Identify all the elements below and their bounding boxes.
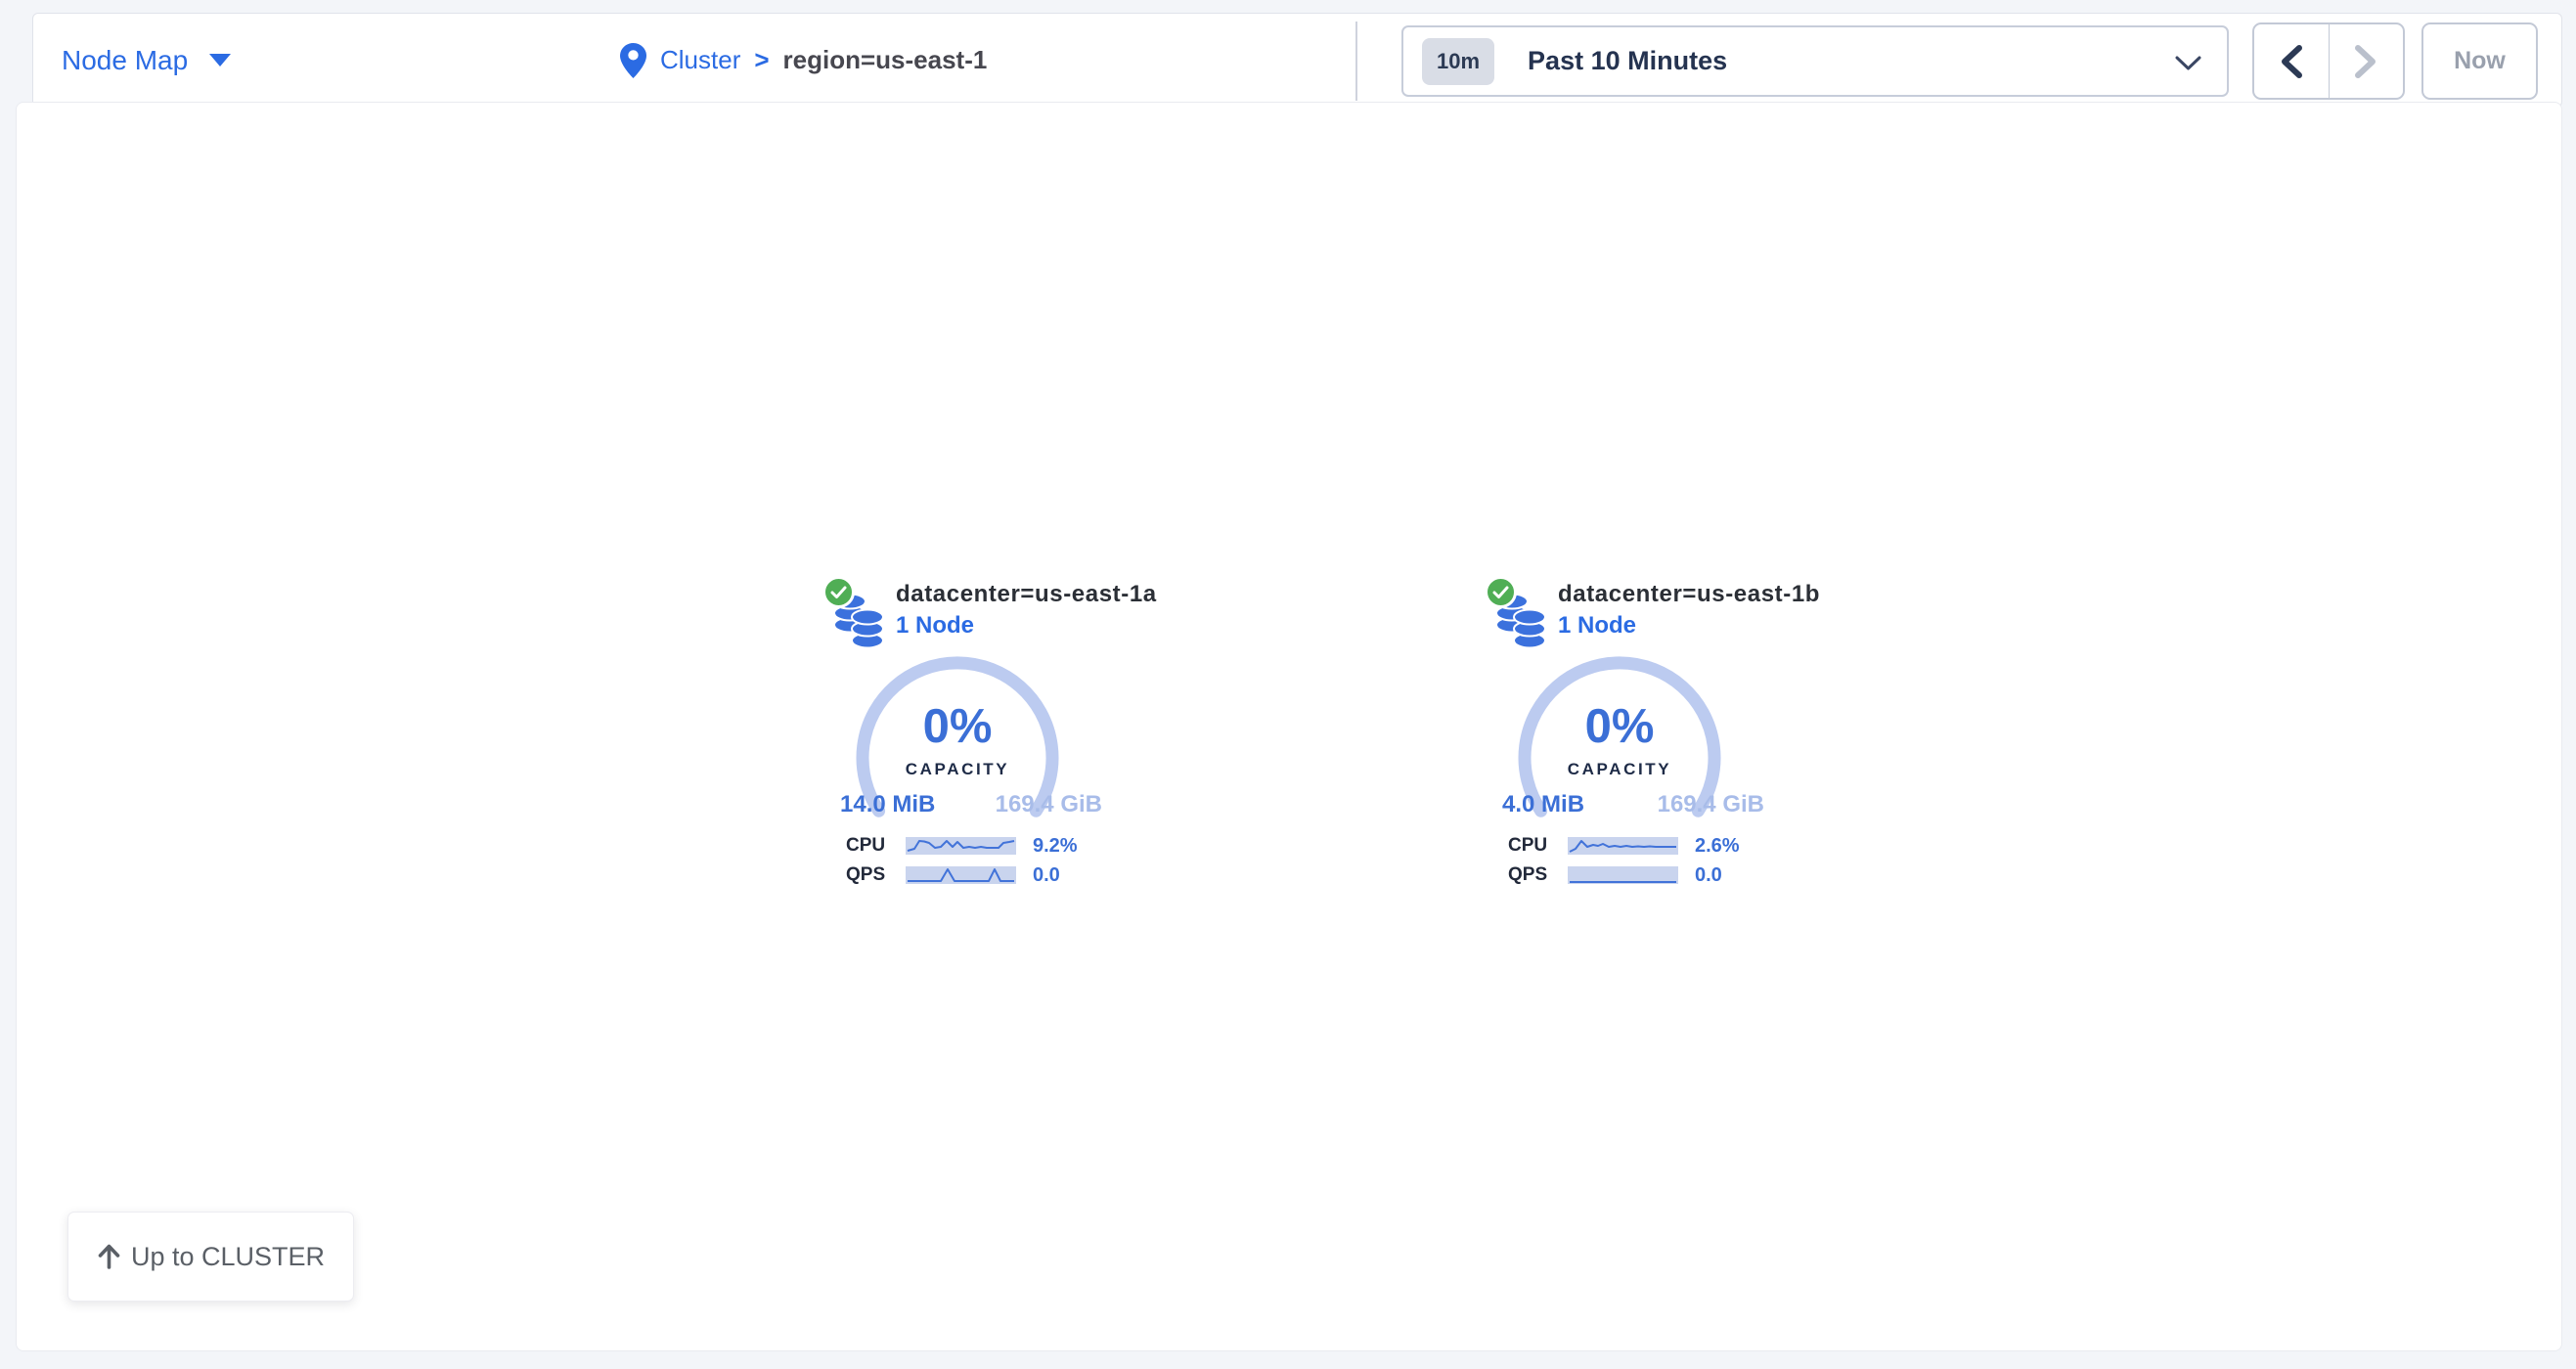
breadcrumb: Cluster > region=us-east-1	[620, 14, 987, 107]
qps-row: QPS 0.0	[1508, 865, 1768, 885]
qps-label: QPS	[1508, 864, 1568, 886]
datacenter-title: datacenter=us-east-1b	[1558, 581, 1820, 608]
now-button[interactable]: Now	[2421, 22, 2538, 100]
capacity-values: 4.0 MiB 169.4 GiB	[1502, 791, 1764, 818]
qps-value: 0.0	[1695, 864, 1722, 887]
chevron-down-icon	[2175, 56, 2201, 71]
capacity-used: 14.0 MiB	[840, 791, 935, 818]
node-map-canvas: datacenter=us-east-1a 1 Node 0% CAPACITY…	[16, 102, 2562, 1351]
time-next-button[interactable]	[2330, 24, 2404, 98]
time-window-badge: 10m	[1422, 38, 1494, 85]
arrow-up-icon	[97, 1244, 121, 1269]
cpu-value: 9.2%	[1033, 835, 1078, 858]
datacenter-card-us-east-1b[interactable]: datacenter=us-east-1b 1 Node 0% CAPACITY…	[1485, 576, 1778, 908]
capacity-label: CAPACITY	[1517, 760, 1722, 779]
capacity-label: CAPACITY	[855, 760, 1060, 779]
cpu-row: CPU 9.2%	[846, 836, 1106, 856]
caret-down-icon	[209, 54, 231, 66]
capacity-total: 169.4 GiB	[1658, 791, 1764, 818]
qps-row: QPS 0.0	[846, 865, 1106, 885]
time-window-dropdown[interactable]: 10m Past 10 Minutes	[1401, 25, 2229, 97]
breadcrumb-current: region=us-east-1	[783, 45, 988, 75]
capacity-ring	[855, 655, 1060, 861]
cpu-sparkline	[906, 837, 1016, 855]
view-selector-label: Node Map	[62, 45, 188, 76]
time-prev-button[interactable]	[2254, 24, 2330, 98]
check-circle-icon	[822, 576, 855, 608]
capacity-percent: 0%	[1517, 699, 1722, 754]
chevron-right-icon	[2354, 45, 2377, 78]
cpu-value: 2.6%	[1695, 835, 1740, 858]
qps-sparkline	[1568, 866, 1678, 884]
datacenter-node-count: 1 Node	[896, 612, 974, 640]
time-window-label: Past 10 Minutes	[1528, 46, 1727, 76]
time-nav-buttons	[2252, 22, 2405, 100]
top-toolbar: Node Map Cluster > region=us-east-1 10m …	[32, 13, 2562, 108]
cpu-row: CPU 2.6%	[1508, 836, 1768, 856]
qps-label: QPS	[846, 864, 906, 886]
toolbar-divider	[1355, 22, 1357, 101]
breadcrumb-cluster-link[interactable]: Cluster	[660, 45, 740, 75]
cpu-label: CPU	[1508, 835, 1568, 857]
datacenter-title: datacenter=us-east-1a	[896, 581, 1157, 608]
cpu-sparkline	[1568, 837, 1678, 855]
capacity-percent: 0%	[855, 699, 1060, 754]
up-to-cluster-label: Up to CLUSTER	[131, 1242, 325, 1272]
location-pin-icon	[620, 43, 646, 78]
check-circle-icon	[1485, 576, 1517, 608]
capacity-total: 169.4 GiB	[996, 791, 1102, 818]
qps-sparkline	[906, 866, 1016, 884]
view-selector-dropdown[interactable]: Node Map	[62, 14, 231, 107]
capacity-used: 4.0 MiB	[1502, 791, 1584, 818]
datacenter-card-us-east-1a[interactable]: datacenter=us-east-1a 1 Node 0% CAPACITY…	[822, 576, 1116, 908]
breadcrumb-separator: >	[754, 45, 769, 75]
cpu-label: CPU	[846, 835, 906, 857]
capacity-ring	[1517, 655, 1722, 861]
chevron-left-icon	[2280, 45, 2303, 78]
capacity-values: 14.0 MiB 169.4 GiB	[840, 791, 1102, 818]
up-to-cluster-button[interactable]: Up to CLUSTER	[67, 1212, 354, 1302]
datacenter-node-count: 1 Node	[1558, 612, 1636, 640]
qps-value: 0.0	[1033, 864, 1060, 887]
